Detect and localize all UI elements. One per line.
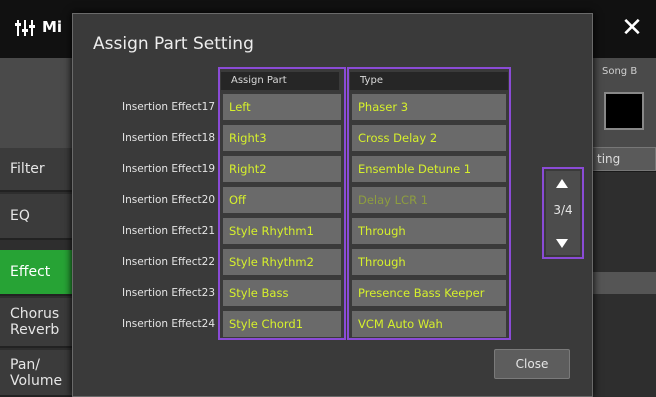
assign-part-highlight xyxy=(218,67,346,340)
page-scroller: 3/4 xyxy=(542,167,584,259)
tab-effect[interactable]: Effect xyxy=(0,250,72,296)
background-strip xyxy=(592,272,656,294)
page-up-icon[interactable] xyxy=(556,179,568,188)
row-label: Insertion Effect21 xyxy=(121,225,215,237)
row-label: Insertion Effect17 xyxy=(121,101,215,113)
row-label: Insertion Effect23 xyxy=(121,287,215,299)
page-indicator: 3/4 xyxy=(553,203,573,217)
close-icon[interactable]: ✕ xyxy=(618,14,646,42)
mixer-icon[interactable] xyxy=(14,18,36,38)
tab-eq[interactable]: EQ xyxy=(0,194,72,240)
page-down-icon[interactable] xyxy=(556,239,568,248)
dialog-title: Assign Part Setting xyxy=(93,34,254,54)
type-highlight xyxy=(347,67,511,340)
background-button[interactable]: ting xyxy=(588,147,656,171)
row-label: Insertion Effect24 xyxy=(121,318,215,330)
tab-chorus-reverb[interactable]: Chorus Reverb xyxy=(0,298,72,348)
app-title: Mi xyxy=(42,18,63,36)
tab-pan-volume[interactable]: Pan/ Volume xyxy=(0,350,72,397)
song-label: Song B xyxy=(602,66,638,77)
row-label: Insertion Effect20 xyxy=(121,194,215,206)
close-button[interactable]: Close xyxy=(494,349,570,379)
assign-part-dialog: Assign Part Setting Assign Part Type Ins… xyxy=(72,13,593,397)
tab-filter[interactable]: Filter xyxy=(0,148,72,192)
row-label: Insertion Effect22 xyxy=(121,256,215,268)
row-label: Insertion Effect19 xyxy=(121,163,215,175)
row-label: Insertion Effect18 xyxy=(121,132,215,144)
song-box[interactable] xyxy=(604,92,644,130)
